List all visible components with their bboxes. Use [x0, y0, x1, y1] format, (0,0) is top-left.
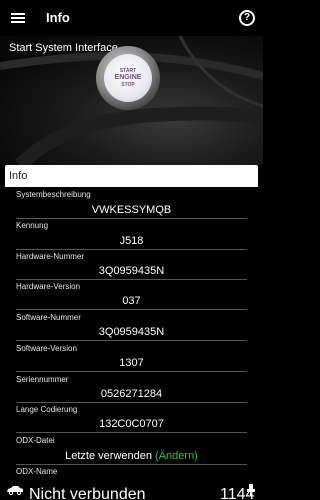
field-label-hardware-nummer: Hardware-Nummer — [16, 252, 85, 261]
field-divider — [16, 432, 247, 433]
panel-header: Info — [5, 165, 258, 187]
field-value-software-version: 1307 — [119, 357, 144, 369]
start-button-label: START ENGINE STOP — [114, 68, 142, 88]
app-bar — [0, 0, 263, 36]
field-value-odx-datei[interactable]: Letzte verwenden (Ändern) — [16, 450, 247, 462]
field-value-systembeschreibung: VWKESSYMQB — [91, 204, 172, 216]
field-divider — [16, 249, 247, 250]
field-value-seriennummer: 0526271284 — [100, 388, 163, 400]
field-divider — [16, 218, 247, 219]
menu-icon[interactable] — [9, 9, 27, 27]
field-value-hardware-version: 037 — [122, 295, 141, 307]
field-value-hardware-nummer: 3Q0959435N — [98, 265, 165, 277]
field-divider — [16, 371, 247, 372]
field-divider — [16, 464, 247, 465]
field-label-kennung: Kennung — [16, 221, 49, 230]
field-label-software-version: Software-Version — [16, 344, 77, 353]
field-label-lange-codierung: Lange Codierung — [16, 405, 78, 414]
change-odx-link[interactable]: (Ändern) — [155, 450, 198, 462]
field-label-hardware-version: Hardware-Version — [16, 282, 81, 291]
hero-title: Start System Interface — [9, 42, 118, 54]
field-divider — [16, 309, 247, 310]
help-icon[interactable]: ? — [239, 10, 255, 26]
field-label-odx-datei: ODX-Datei — [16, 436, 55, 445]
field-value-lange-codierung: 132C0C0707 — [99, 418, 164, 430]
odx-file-value: Letzte verwenden — [65, 450, 152, 462]
field-value-kennung: J518 — [119, 235, 144, 247]
field-label-seriennummer: Seriennummer — [16, 375, 69, 384]
field-label-odx-name: ODX-Name — [16, 467, 58, 476]
car-icon — [7, 486, 23, 495]
field-label-software-nummer: Software-Nummer — [16, 313, 81, 322]
field-divider — [16, 402, 247, 403]
page-title: Info — [46, 10, 70, 25]
field-divider — [16, 340, 247, 341]
connection-status: Nicht verbunden — [29, 486, 146, 500]
field-label-systembeschreibung: Systembeschreibung — [16, 190, 91, 199]
connector-icon — [247, 484, 255, 496]
field-value-software-nummer: 3Q0959435N — [98, 326, 165, 338]
field-divider — [16, 279, 247, 280]
